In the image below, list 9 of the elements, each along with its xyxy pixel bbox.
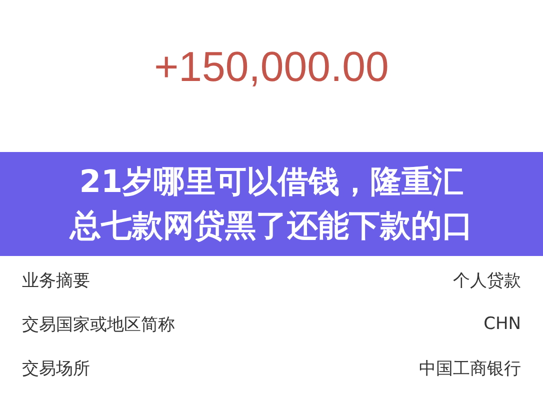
- detail-value: 个人贷款: [453, 270, 521, 292]
- headline-text: 21岁哪里可以借钱，隆重汇: [79, 163, 464, 202]
- detail-value: CHN: [484, 314, 521, 334]
- detail-label: 交易场所: [22, 358, 90, 380]
- transaction-amount: +150,000.00: [154, 42, 389, 92]
- headline-text: 总七款网贷黑了还能下款的口: [70, 207, 473, 246]
- detail-label: 业务摘要: [22, 270, 90, 292]
- detail-label: 交易国家或地区简称: [22, 314, 175, 336]
- detail-value: 中国工商银行: [419, 358, 521, 380]
